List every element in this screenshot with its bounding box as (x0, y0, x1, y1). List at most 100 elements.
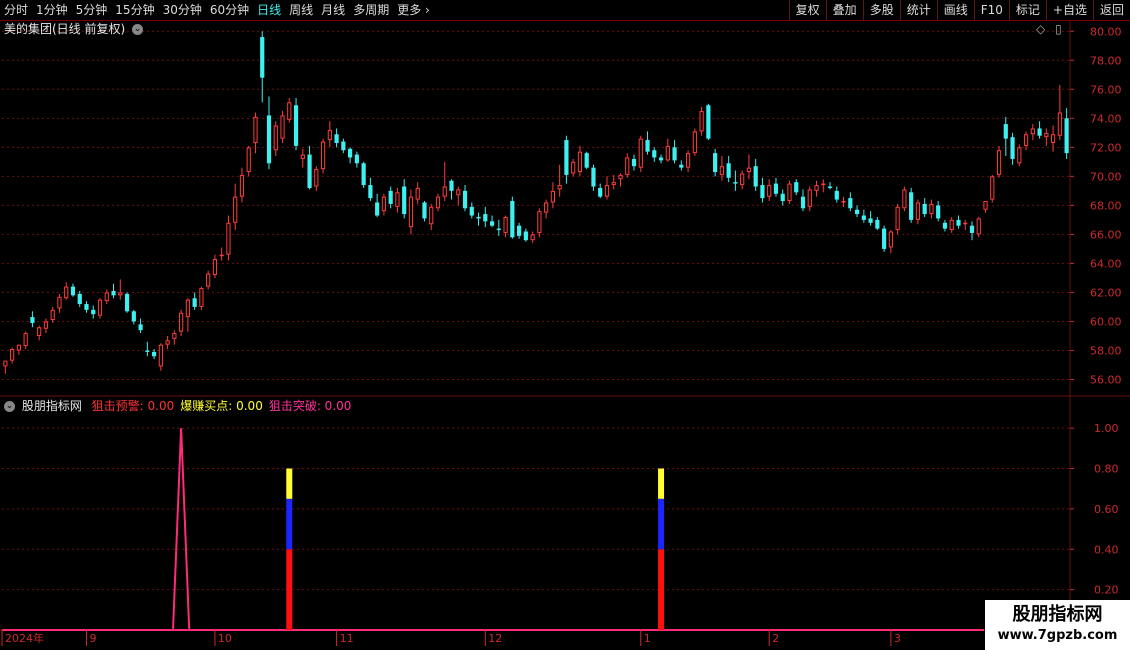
period-tab-5[interactable]: 60分钟 (206, 0, 253, 20)
candle-body (402, 186, 407, 215)
stock-title: 美的集团(日线 前复权) (4, 22, 126, 36)
candle-body (800, 196, 806, 209)
y-label-main: 68.00 (1090, 199, 1122, 212)
period-tab-6[interactable]: 日线 (253, 0, 285, 20)
period-tab-10[interactable]: 更多 › (393, 0, 434, 20)
period-tab-3[interactable]: 15分钟 (111, 0, 158, 20)
candle-body (199, 288, 204, 307)
toolbar-button-6[interactable]: 标记 (1008, 0, 1046, 20)
toolbar-button-2[interactable]: 多股 (862, 0, 900, 20)
candle-body (773, 183, 779, 194)
candle-body (915, 202, 921, 220)
candle-body (604, 185, 610, 197)
period-tab-7[interactable]: 周线 (285, 0, 317, 20)
candle-body (787, 183, 792, 202)
y-label-indicator: 0.80 (1094, 463, 1119, 476)
candle-body (740, 173, 745, 186)
candle-body (131, 311, 136, 322)
period-tab-4[interactable]: 30分钟 (159, 0, 206, 20)
candle-body (807, 189, 812, 207)
candle-body (91, 309, 96, 315)
candle-body (638, 138, 643, 168)
candle-body (530, 234, 535, 241)
y-label-main: 60.00 (1090, 315, 1122, 328)
diamond-icon[interactable]: ◇ (1036, 22, 1045, 36)
candle-body (185, 299, 190, 318)
candle-body (1010, 137, 1015, 159)
main-pane-title: 美的集团(日线 前复权) ⌄ (4, 21, 144, 37)
period-tab-0[interactable]: 分时 (0, 0, 32, 20)
candle-body (30, 317, 35, 323)
indicator-value-2: 狙击突破: 0.00 (268, 399, 352, 413)
y-label-main: 80.00 (1090, 25, 1122, 38)
candle-body (1030, 128, 1035, 135)
candle-body (307, 154, 312, 188)
candle-body (429, 206, 434, 225)
toolbar-button-7[interactable]: +自选 (1045, 0, 1093, 20)
candle-body (537, 211, 542, 233)
candle-body (679, 164, 684, 168)
candle-body (510, 201, 515, 238)
candle-body (564, 140, 569, 175)
toolbar-button-0[interactable]: 复权 (788, 0, 826, 20)
candle-body (233, 196, 238, 223)
candle-body (253, 116, 258, 143)
signal-bar-red (658, 549, 665, 630)
candle-body (179, 312, 184, 332)
candle-body (949, 219, 954, 231)
candle-body (320, 141, 326, 170)
candle-body (1044, 132, 1049, 138)
candle-body (713, 153, 718, 172)
candle-body (456, 189, 461, 196)
y-label-main: 62.00 (1090, 286, 1122, 299)
candle-body (10, 349, 15, 361)
candle-body (956, 219, 961, 226)
candle-body (118, 292, 123, 296)
period-tab-9[interactable]: 多周期 (349, 0, 393, 20)
candle-body (719, 166, 724, 175)
candle-body (314, 169, 319, 187)
toolbar-button-8[interactable]: 返回 (1092, 0, 1130, 20)
candle-body (212, 259, 218, 276)
candle-body (760, 185, 765, 199)
candle-body (354, 154, 359, 164)
candle-body (37, 327, 42, 336)
candle-body (1003, 124, 1008, 139)
candle-body (476, 216, 481, 219)
candle-body (577, 151, 583, 173)
candle-body (348, 148, 353, 158)
period-tabs: 分时 1分钟 5分钟 15分钟 30分钟 60分钟 日线 周线 月线 多周期 更多 › (0, 0, 434, 20)
period-tab-8[interactable]: 月线 (317, 0, 349, 20)
candle-body (794, 182, 799, 193)
candle-body (571, 161, 576, 174)
candle-body (97, 299, 103, 316)
y-label-main: 70.00 (1090, 170, 1122, 183)
period-tab-1[interactable]: 1分钟 (32, 0, 72, 20)
candle-body (557, 185, 562, 190)
candle-body (138, 324, 143, 331)
candle-body (618, 174, 623, 180)
x-label: 9 (89, 632, 96, 645)
period-tab-2[interactable]: 5分钟 (72, 0, 112, 20)
toolbar-button-3[interactable]: 统计 (899, 0, 937, 20)
candle-body (260, 37, 265, 78)
candle-body (544, 202, 549, 213)
candle-body (685, 153, 691, 168)
x-label: 11 (340, 632, 354, 645)
candle-body (983, 201, 988, 210)
window-icon[interactable]: ▯ (1055, 22, 1062, 36)
candle-body (375, 202, 380, 216)
candle-body (699, 111, 704, 132)
chevron-down-icon[interactable]: ⌄ (4, 401, 15, 412)
toolbar-button-4[interactable]: 画线 (936, 0, 974, 20)
candle-body (388, 190, 393, 204)
toolbar-button-1[interactable]: 叠加 (825, 0, 863, 20)
candle-body (496, 228, 501, 231)
signal-bar-blue (286, 498, 293, 550)
chevron-down-icon[interactable]: ⌄ (132, 24, 144, 35)
candle-body (16, 344, 21, 351)
toolbar-button-5[interactable]: F10 (973, 0, 1009, 20)
candle-body (996, 150, 1002, 175)
candle-body (780, 193, 785, 202)
candle-body (861, 215, 866, 220)
